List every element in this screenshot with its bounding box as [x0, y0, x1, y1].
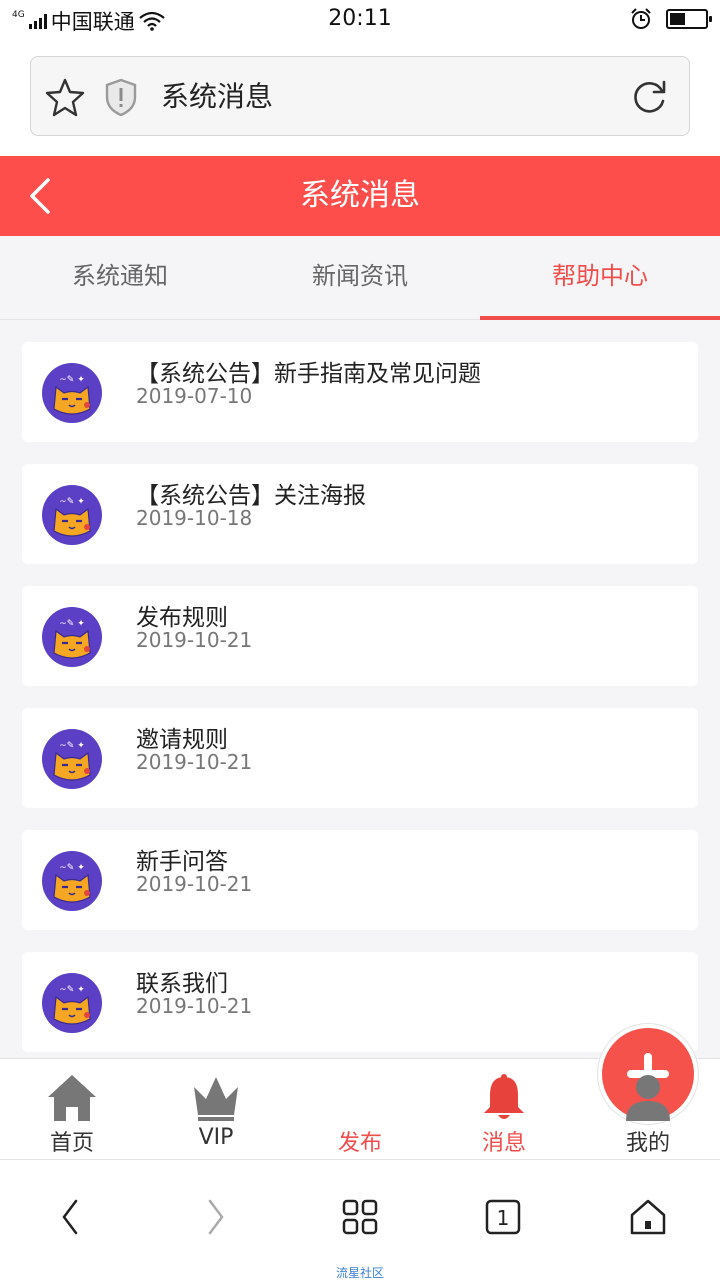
- user-icon: [626, 1075, 670, 1121]
- bell-icon: [484, 1074, 524, 1119]
- battery-level: [670, 13, 686, 25]
- svg-text:~✎ ✦: ~✎ ✦: [59, 985, 85, 995]
- cat-avatar-icon: ~✎ ✦: [42, 485, 102, 545]
- alarm-icon: [631, 8, 651, 29]
- tab-news[interactable]: 新闻资讯: [240, 236, 480, 319]
- cat-avatar-icon: ~✎ ✦: [42, 729, 102, 789]
- grid-menu-icon: [342, 1199, 378, 1235]
- address-bar-title: 系统消息: [161, 80, 274, 113]
- nav-mine-label: 我的: [625, 1131, 670, 1156]
- nav-publish[interactable]: 发布: [288, 1023, 699, 1159]
- battery-icon: [666, 9, 712, 29]
- browser-bottom-bar: 1 流星社区: [0, 1160, 720, 1280]
- svg-text:~✎ ✦: ~✎ ✦: [59, 375, 85, 385]
- nav-home[interactable]: 首页: [0, 1059, 144, 1159]
- browser-toolbar: 系统消息: [0, 40, 720, 156]
- security-shield-icon[interactable]: [103, 77, 139, 117]
- page-header: 系统消息: [0, 156, 720, 236]
- crown-icon: [194, 1077, 238, 1121]
- tab-count: 1: [497, 1206, 510, 1230]
- svg-text:~✎ ✦: ~✎ ✦: [59, 497, 85, 507]
- message-date: 2019-10-21: [136, 994, 253, 1018]
- cat-avatar-icon: ~✎ ✦: [42, 607, 102, 667]
- message-date: 2019-10-21: [136, 628, 253, 652]
- message-item[interactable]: ~✎ ✦ 发布规则 2019-10-21: [22, 586, 698, 686]
- bookmark-star-icon[interactable]: [45, 77, 85, 117]
- message-title: 联系我们: [136, 971, 228, 997]
- nav-mine[interactable]: 我的: [576, 1059, 720, 1159]
- tab-bar: 系统通知 新闻资讯 帮助中心: [0, 236, 720, 320]
- message-date: 2019-10-21: [136, 750, 253, 774]
- message-item[interactable]: ~✎ ✦ 联系我们 2019-10-21: [22, 952, 698, 1052]
- chevron-right-icon: [208, 1199, 224, 1235]
- home-outline-icon: [630, 1199, 666, 1235]
- nav-publish-label: 发布: [337, 1131, 382, 1156]
- tab-help-center[interactable]: 帮助中心: [480, 236, 720, 320]
- nav-vip[interactable]: VIP: [144, 1059, 288, 1159]
- browser-home-button[interactable]: [623, 1192, 673, 1242]
- svg-text:~✎ ✦: ~✎ ✦: [59, 863, 85, 873]
- tab-system-notice[interactable]: 系统通知: [0, 236, 240, 319]
- browser-footer-text: 流星社区: [335, 1266, 384, 1280]
- message-title: 【系统公告】关注海报: [136, 483, 366, 509]
- message-title: 发布规则: [136, 605, 228, 631]
- message-date: 2019-10-21: [136, 872, 253, 896]
- cat-avatar-icon: ~✎ ✦: [42, 973, 102, 1033]
- nav-home-label: 首页: [49, 1131, 94, 1156]
- status-right: [630, 8, 712, 30]
- message-title: 新手问答: [136, 849, 228, 875]
- svg-text:~✎ ✦: ~✎ ✦: [59, 741, 85, 751]
- home-icon: [48, 1075, 96, 1121]
- cat-avatar-icon: ~✎ ✦: [42, 363, 102, 423]
- nav-vip-label: VIP: [198, 1125, 234, 1150]
- chevron-left-icon: [62, 1199, 78, 1235]
- cat-avatar-icon: ~✎ ✦: [42, 851, 102, 911]
- browser-forward-button[interactable]: [190, 1192, 240, 1242]
- message-list: ~✎ ✦ 【系统公告】新手指南及常见问题 2019-07-10 ~✎ ✦ 【系统…: [22, 342, 698, 1074]
- clock: 20:11: [328, 6, 392, 31]
- nav-messages[interactable]: 消息: [432, 1059, 576, 1159]
- reload-icon[interactable]: [629, 77, 669, 117]
- message-title: 邀请规则: [136, 727, 228, 753]
- bottom-nav: 首页 VIP 发布 消息 我的: [0, 1023, 720, 1160]
- address-bar[interactable]: 系统消息: [30, 56, 690, 136]
- message-title: 【系统公告】新手指南及常见问题: [136, 361, 481, 387]
- message-item[interactable]: ~✎ ✦ 【系统公告】新手指南及常见问题 2019-07-10: [22, 342, 698, 442]
- message-item[interactable]: ~✎ ✦ 新手问答 2019-10-21: [22, 830, 698, 930]
- browser-tabs-button[interactable]: 1: [478, 1192, 528, 1242]
- browser-menu-button[interactable]: [335, 1192, 385, 1242]
- message-item[interactable]: ~✎ ✦ 邀请规则 2019-10-21: [22, 708, 698, 808]
- page-title: 系统消息: [300, 178, 420, 213]
- status-bar: 4G 中国联通 20:11: [0, 0, 720, 40]
- message-item[interactable]: ~✎ ✦ 【系统公告】关注海报 2019-10-18: [22, 464, 698, 564]
- nav-messages-label: 消息: [481, 1131, 526, 1156]
- message-date: 2019-07-10: [136, 384, 253, 408]
- tabs-count-icon: 1: [485, 1199, 521, 1235]
- message-date: 2019-10-18: [136, 506, 253, 530]
- browser-back-button[interactable]: [46, 1192, 96, 1242]
- svg-text:~✎ ✦: ~✎ ✦: [59, 619, 85, 629]
